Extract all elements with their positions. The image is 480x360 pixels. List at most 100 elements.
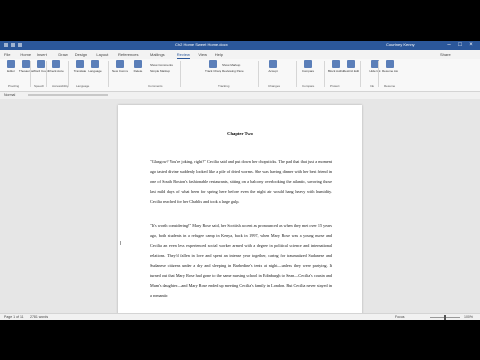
word-count-icon [37,60,45,68]
ribbon-button-language[interactable]: Language [87,60,103,73]
ribbon-button-new-comment[interactable]: New Comment [112,60,128,73]
minimize-icon[interactable]: – [444,41,454,50]
paragraph-1[interactable]: "Glasgow? You're joking, right?" Cecilia… [150,157,332,207]
ribbon-button-label: Translate [73,69,87,73]
ribbon-button-label: Delete [133,69,143,73]
group-label-compare: Compare [302,84,315,88]
tab-view[interactable]: View [198,52,207,57]
ribbon-button-thesaurus[interactable]: Thesaurus [18,60,34,73]
resume-assistant-icon [386,60,394,68]
ribbon-button-label: Hide Ink [369,69,381,73]
ribbon-separator [258,61,259,87]
ribbon-button-restrict-editing[interactable]: Restrict Editing [343,60,359,73]
ribbon: EditorThesaurusWord CountCheck Accessibi… [0,59,480,92]
ribbon-separator [108,61,109,87]
ribbon-separator [46,61,47,87]
group-label-speech: Speech [34,84,45,88]
tab-layout[interactable]: Layout [96,52,108,57]
document-page[interactable]: Chapter Two "Glasgow? You're joking, rig… [118,105,362,313]
ribbon-button-label: Check Accessibility [48,69,64,73]
accept-icon [269,60,277,68]
tab-help[interactable]: Help [215,52,223,57]
ribbon-button-compare[interactable]: Compare [300,60,316,73]
ribbon-separator [378,61,379,87]
ribbon-button-accept[interactable]: Accept [265,60,281,73]
option-show-comments[interactable]: Show Comments [150,63,173,67]
ribbon-button-label: Track Changes [205,69,221,73]
option-reviewing-pane[interactable]: Reviewing Pane [222,69,244,73]
tab-design[interactable]: Design [75,52,87,57]
paragraph-2[interactable]: "It's worth considering!" Mary Rose said… [150,221,332,301]
undo-icon[interactable] [18,43,22,47]
group-label-language: Language [76,84,90,88]
language-icon [91,60,99,68]
ribbon-button-label: Language [88,69,102,73]
delete-icon [134,60,142,68]
new-comment-icon [116,60,124,68]
ribbon-button-editor[interactable]: Editor [3,60,19,73]
ruler-row: Normal [0,92,480,99]
tab-insert[interactable]: Insert [37,52,47,57]
user-name[interactable]: Courtney Kenny [386,42,415,47]
close-icon[interactable]: × [466,41,476,50]
tab-draw[interactable]: Draw [58,52,67,57]
text-cursor-icon: I [120,241,122,247]
ribbon-separator [68,61,69,87]
save-icon[interactable] [11,43,15,47]
ribbon-button-track-changes[interactable]: Track Changes [205,60,221,73]
thesaurus-icon [22,60,30,68]
view-mode[interactable]: Normal [4,93,15,97]
tab-home[interactable]: Home [20,52,31,57]
ribbon-separator [30,61,31,87]
group-label-protect: Protect [330,84,340,88]
title-bar: Ch2 Home Sweet Home.docx Courtney Kenny … [0,41,480,50]
tab-mailings[interactable]: Mailings [150,52,165,57]
check-accessibility-icon [52,60,60,68]
focus-mode[interactable]: Focus [395,315,405,319]
ribbon-button-check-accessibility[interactable]: Check Accessibility [48,60,64,73]
status-bar: Page 1 of 11 2781 words Focus 100% [0,313,480,320]
group-label-resume: Resume [384,84,396,88]
group-label-ink: Ink [370,84,375,88]
ribbon-button-resume-assistant[interactable]: Resume Assistant [382,60,398,73]
tab-file[interactable]: File [4,52,10,57]
ribbon-button-label: Thesaurus [18,69,34,73]
page-count[interactable]: Page 1 of 11 [4,315,24,319]
share-button[interactable]: Share [440,52,451,57]
group-label-tracking: Tracking [218,84,230,88]
ribbon-separator [180,61,181,87]
ruler [28,94,108,96]
ribbon-button-label: Editor [7,69,15,73]
restrict-editing-icon [347,60,355,68]
zoom-level[interactable]: 100% [464,315,473,319]
translate-icon [76,60,84,68]
word-window: Ch2 Home Sweet Home.docx Courtney Kenny … [0,41,480,320]
ribbon-button-block-authors[interactable]: Block Authors [328,60,344,73]
ribbon-button-label: Block Authors [328,69,344,73]
tab-references[interactable]: References [118,52,138,57]
zoom-slider-thumb[interactable] [444,315,446,320]
ribbon-button-hide-ink[interactable]: Hide Ink [367,60,383,73]
ribbon-button-label: New Comment [112,69,128,73]
group-label-proofing: Proofing [8,84,20,88]
ribbon-separator [360,61,361,87]
word-count[interactable]: 2781 words [30,315,48,319]
maximize-icon[interactable]: □ [455,41,465,50]
option-show-markup[interactable]: Show Markup [222,63,240,67]
group-label-accessibility: Accessibility [52,84,69,88]
ribbon-button-label: Compare [301,69,315,73]
editor-icon [7,60,15,68]
track-changes-icon [209,60,217,68]
ribbon-button-label: Restrict Editing [343,69,359,73]
ribbon-button-label: Resume Assistant [382,69,398,73]
option-simple-markup[interactable]: Simple Markup [150,69,170,73]
ribbon-button-translate[interactable]: Translate [72,60,88,73]
ribbon-button-label: Accept [268,69,278,73]
autosave-icon[interactable] [4,43,8,47]
window-title: Ch2 Home Sweet Home.docx [175,42,228,47]
tab-review[interactable]: Review [176,52,190,59]
document-area[interactable]: Chapter Two "Glasgow? You're joking, rig… [0,99,480,313]
group-label-comments: Comments [148,84,163,88]
ribbon-button-delete[interactable]: Delete [130,60,146,73]
block-authors-icon [332,60,340,68]
